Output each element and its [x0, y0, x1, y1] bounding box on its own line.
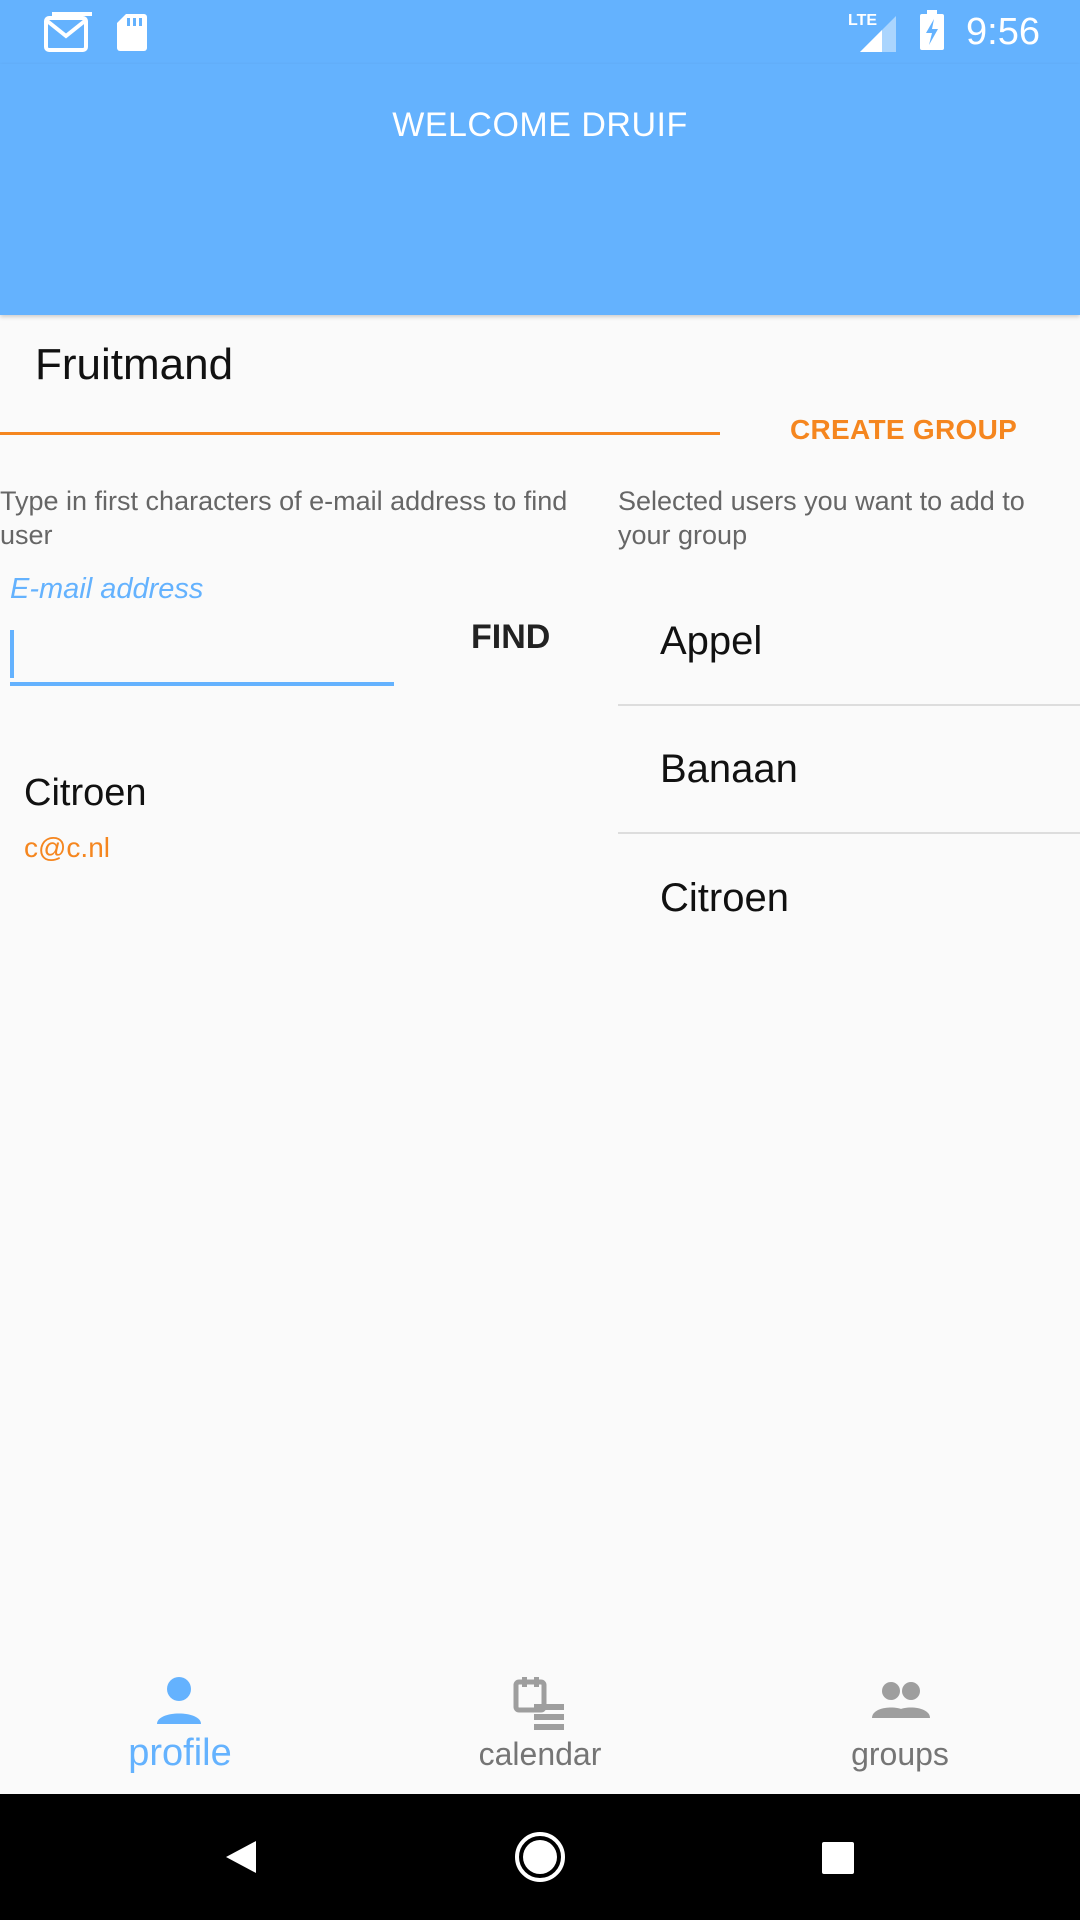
- search-result-email: c@c.nl: [24, 832, 110, 863]
- bottom-navigation: profile calendar groups: [0, 1650, 1080, 1794]
- find-user-hint: Type in first characters of e-mail addre…: [0, 486, 568, 550]
- find-button[interactable]: FIND: [471, 618, 550, 657]
- sd-card-icon: [116, 12, 148, 57]
- app-header: WELCOME DRUIF: [0, 64, 1080, 315]
- home-icon[interactable]: [512, 1827, 568, 1892]
- nav-label-calendar: calendar: [478, 1736, 602, 1772]
- page-title: WELCOME DRUIF: [392, 106, 688, 144]
- group-name-field[interactable]: Fruitmand: [35, 340, 233, 390]
- battery-charging-icon: [920, 10, 945, 55]
- selected-users-list: Appel Banaan Citroen: [618, 578, 1080, 962]
- person-icon: [150, 1672, 210, 1732]
- email-field-label: E-mail address: [10, 573, 204, 605]
- nav-label-profile: profile: [128, 1732, 232, 1774]
- search-result-name: Citroen: [24, 772, 147, 814]
- nav-item-profile[interactable]: profile: [0, 1650, 360, 1794]
- recents-icon[interactable]: [820, 1827, 856, 1892]
- nav-item-calendar[interactable]: calendar: [360, 1650, 720, 1794]
- calendar-list-icon: [510, 1672, 570, 1732]
- selected-user-name: Banaan: [660, 746, 798, 791]
- nav-label-groups: groups: [851, 1736, 949, 1772]
- gmail-icon: [44, 12, 92, 57]
- create-group-button[interactable]: CREATE GROUP: [790, 414, 1017, 446]
- selected-user-item[interactable]: Appel: [618, 578, 1080, 706]
- signal-icon: LTE: [848, 12, 898, 54]
- group-name-underline: [0, 432, 720, 435]
- status-bar: LTE 9:56: [0, 0, 1080, 64]
- system-navigation-bar: [0, 1794, 1080, 1920]
- groups-icon: [870, 1672, 930, 1732]
- selected-user-name: Citroen: [660, 875, 789, 920]
- status-time: 9:56: [966, 11, 1040, 53]
- selected-user-item[interactable]: Banaan: [618, 706, 1080, 834]
- selected-users-hint: Selected users you want to add to your g…: [618, 486, 1025, 550]
- email-search-input[interactable]: [10, 622, 394, 686]
- text-cursor: [10, 630, 14, 678]
- back-icon[interactable]: [222, 1827, 258, 1892]
- nav-item-groups[interactable]: groups: [720, 1650, 1080, 1794]
- selected-user-item[interactable]: Citroen: [618, 834, 1080, 962]
- selected-user-name: Appel: [660, 618, 763, 663]
